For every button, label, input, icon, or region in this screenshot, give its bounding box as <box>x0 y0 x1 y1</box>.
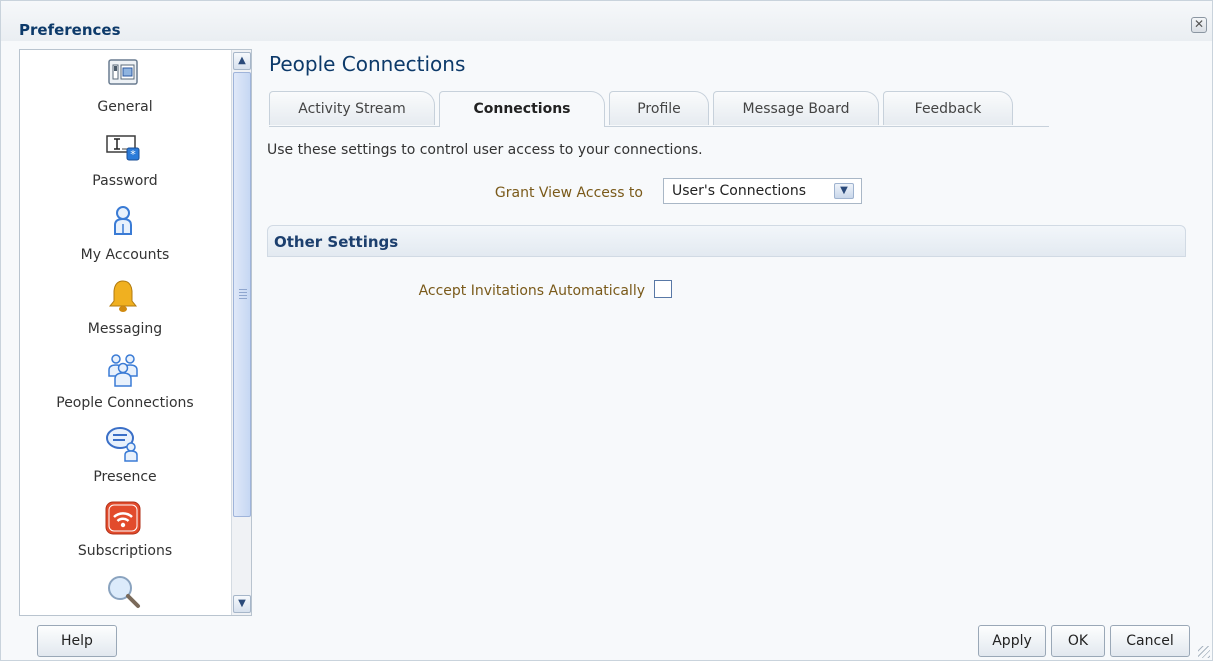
password-icon: * <box>106 135 140 161</box>
sidebar-list: General * Password My Accounts Messaging… <box>20 50 230 615</box>
grip-icon <box>239 289 247 299</box>
sidebar-scrollbar[interactable]: ▲ ▼ <box>231 50 251 615</box>
section-title: Other Settings <box>274 233 399 251</box>
presence-chat-icon <box>106 427 138 462</box>
people-group-icon <box>108 354 138 387</box>
main-panel: People Connections Activity Stream Conne… <box>263 49 1188 616</box>
sidebar-item-my-accounts[interactable]: My Accounts <box>20 198 230 272</box>
other-settings-header: Other Settings <box>267 225 1186 257</box>
intro-text: Use these settings to control user acces… <box>267 142 703 158</box>
preferences-dialog: Preferences ✕ General * Password My Acco… <box>0 0 1213 661</box>
apply-button[interactable]: Apply <box>978 625 1046 657</box>
dialog-title: Preferences <box>19 21 121 39</box>
sidebar-item-presence[interactable]: Presence <box>20 420 230 494</box>
tab-message-board[interactable]: Message Board <box>713 91 879 125</box>
sidebar-item-people-connections[interactable]: People Connections <box>20 346 230 420</box>
grant-view-access-value: User's Connections <box>672 183 807 199</box>
accept-invitations-checkbox[interactable] <box>654 280 672 298</box>
search-magnifier-icon <box>108 576 140 608</box>
bell-icon <box>108 280 138 312</box>
sidebar-item-subscriptions[interactable]: Subscriptions <box>20 494 230 568</box>
grant-view-access-label: Grant View Access to <box>494 185 643 201</box>
sidebar-item-label: Subscriptions <box>77 543 173 559</box>
resize-grip-icon[interactable] <box>1198 646 1210 658</box>
sidebar-item-label: People Connections <box>56 395 194 411</box>
sidebar-item-label: My Accounts <box>80 247 170 263</box>
dialog-titlebar: Preferences ✕ <box>1 1 1212 41</box>
sidebar-item-general[interactable]: General <box>20 50 230 124</box>
ok-button[interactable]: OK <box>1051 625 1105 657</box>
tab-connections[interactable]: Connections <box>439 91 605 127</box>
scroll-down-icon[interactable]: ▼ <box>233 595 251 613</box>
cancel-button[interactable]: Cancel <box>1110 625 1190 657</box>
scroll-up-icon[interactable]: ▲ <box>233 52 251 70</box>
tab-activity-stream[interactable]: Activity Stream <box>269 91 435 125</box>
sidebar-item-label: Presence <box>93 469 157 485</box>
tab-bar: Activity Stream Connections Profile Mess… <box>269 91 1049 127</box>
accept-invitations-label: Accept Invitations Automatically <box>418 283 645 299</box>
sidebar-item-label: General <box>97 99 153 115</box>
grant-view-access-select[interactable]: User's Connections ▼ <box>663 178 862 204</box>
sidebar-item-password[interactable]: * Password <box>20 124 230 198</box>
chevron-down-icon[interactable]: ▼ <box>834 183 854 199</box>
scrollbar-thumb[interactable] <box>233 72 251 517</box>
sidebar-item-label: Messaging <box>87 321 163 337</box>
user-icon <box>114 206 132 235</box>
general-settings-icon <box>108 59 138 85</box>
preferences-sidebar: General * Password My Accounts Messaging… <box>19 49 252 616</box>
sidebar-item-label: Password <box>92 173 158 189</box>
page-title: People Connections <box>269 52 466 76</box>
sidebar-item-search[interactable] <box>20 568 230 615</box>
svg-text:*: * <box>130 148 136 161</box>
sidebar-item-messaging[interactable]: Messaging <box>20 272 230 346</box>
close-icon[interactable]: ✕ <box>1191 17 1207 33</box>
tab-feedback[interactable]: Feedback <box>883 91 1013 125</box>
tab-profile[interactable]: Profile <box>609 91 709 125</box>
help-button[interactable]: Help <box>37 625 117 657</box>
tab-divider <box>269 126 1049 127</box>
subscription-feed-icon <box>105 501 141 535</box>
